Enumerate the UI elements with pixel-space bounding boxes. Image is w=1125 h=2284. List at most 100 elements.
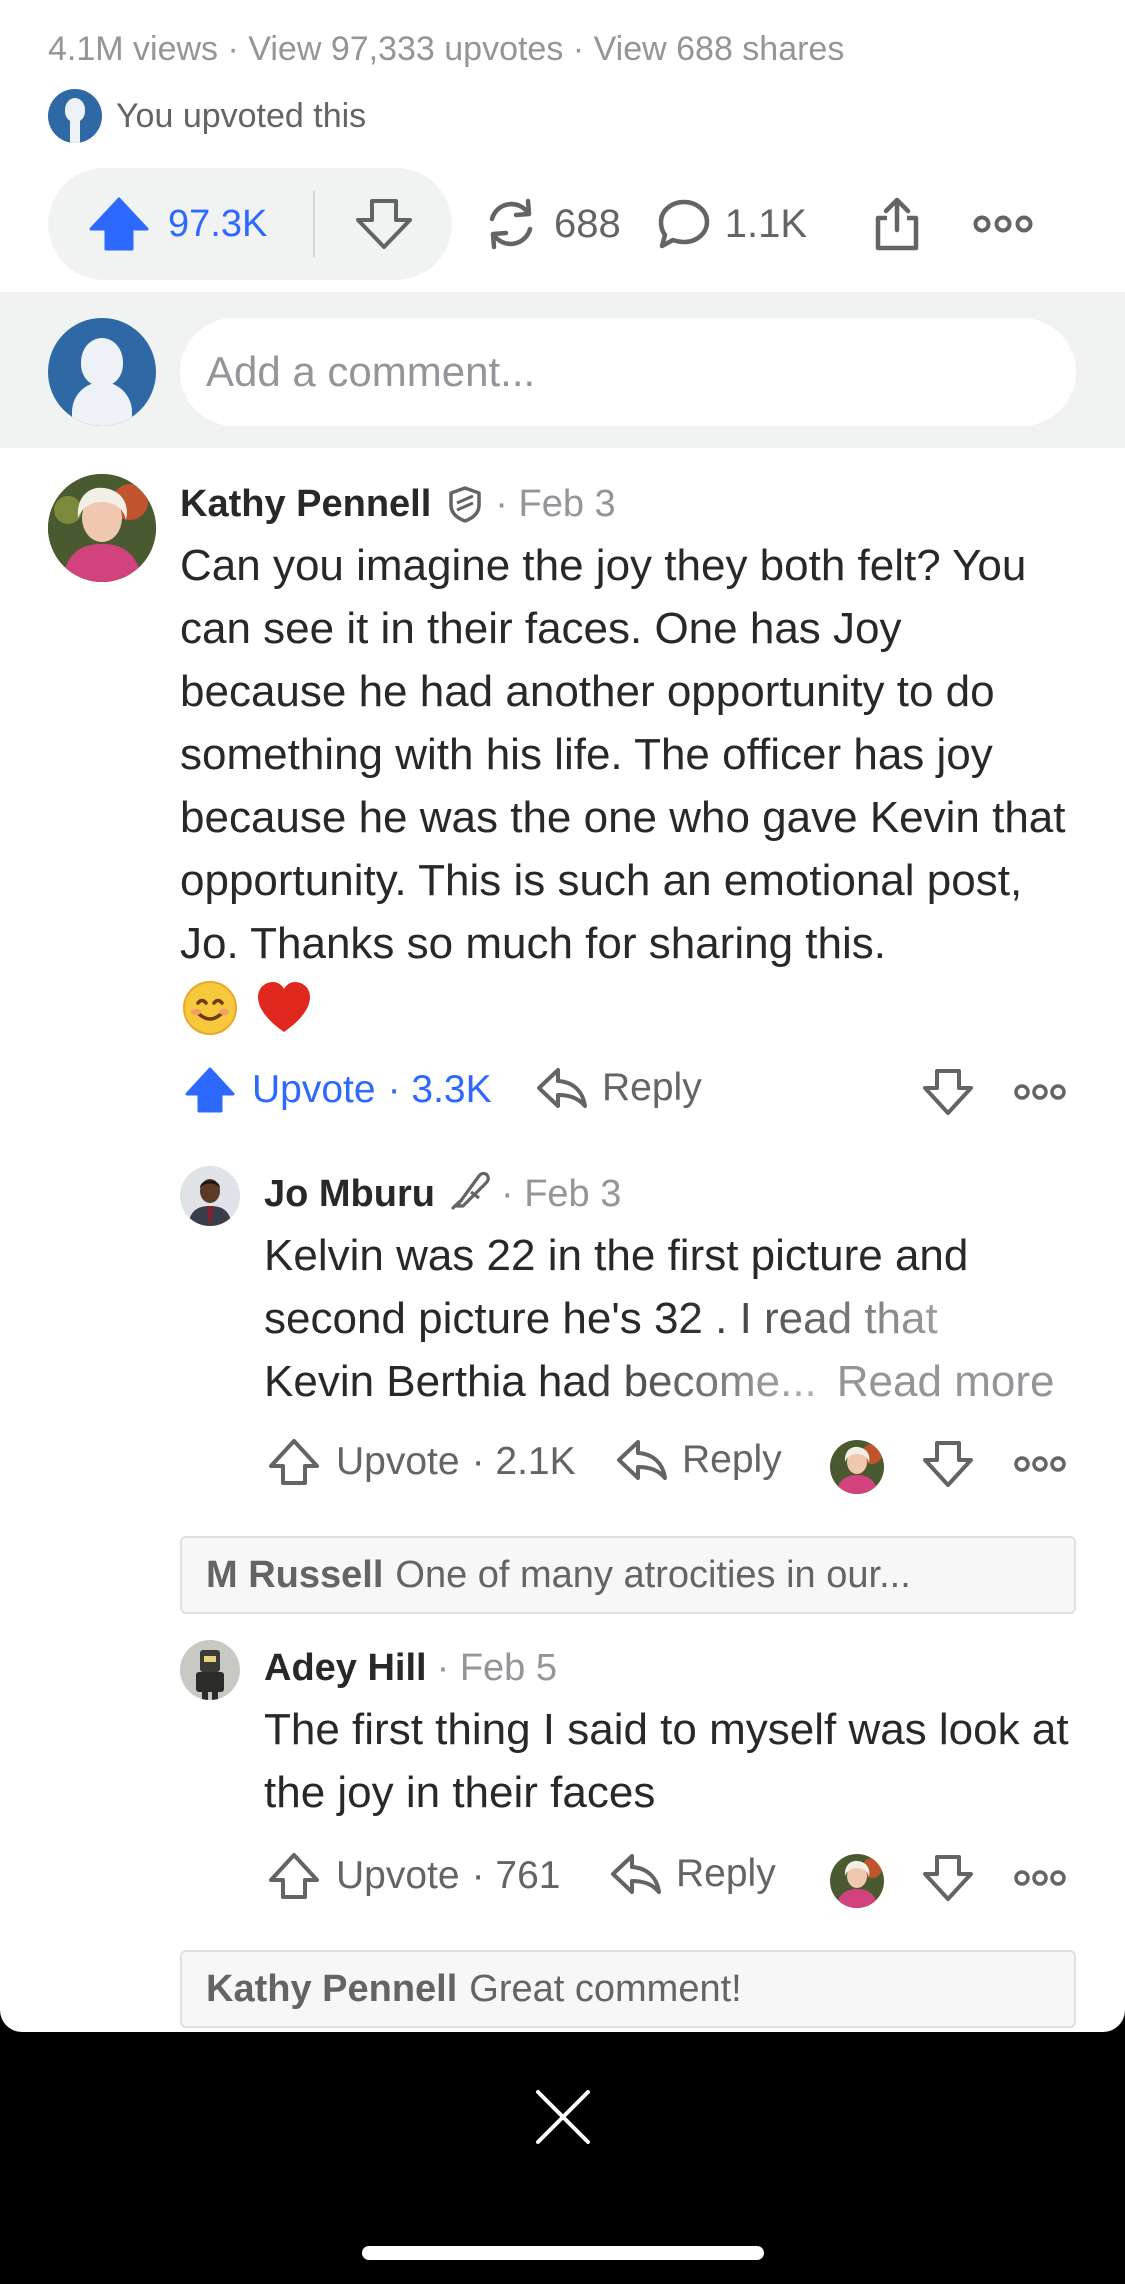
more-icon [1014, 1870, 1066, 1886]
upvoted-text: You upvoted this [116, 96, 367, 135]
upvote-label: Upvote [336, 1440, 460, 1483]
downvote-icon [355, 199, 412, 249]
view-upvotes-link[interactable]: View 97,333 upvotes [248, 30, 563, 68]
collapsed-reply[interactable]: M Russell One of many atrocities in our.… [180, 1536, 1076, 1614]
reshare-button[interactable]: 688 [482, 197, 621, 251]
reply-label: Reply [676, 1852, 776, 1895]
upvoter-avatar [830, 1440, 884, 1494]
downvote-button[interactable] [922, 1068, 974, 1121]
comment-body: Can you imagine the joy they both felt? … [180, 541, 1066, 968]
adey-hill-avatar[interactable] [180, 1640, 240, 1700]
reply-author: Kathy Pennell [206, 1967, 458, 2010]
comment-header: Kathy Pennell · Feb 3 [180, 478, 616, 530]
reply-author: M Russell [206, 1553, 384, 1596]
credential-shield-icon [449, 486, 482, 523]
downvote-icon [923, 1441, 973, 1487]
reply-button[interactable]: Reply [536, 1066, 702, 1110]
more-options-button[interactable] [1014, 1083, 1066, 1106]
reply-button[interactable]: Reply [616, 1438, 782, 1482]
home-indicator[interactable] [362, 2246, 764, 2260]
more-icon [1014, 1456, 1066, 1472]
comment-icon [658, 199, 709, 249]
kathy-photo [48, 474, 156, 582]
upvote-count: · 3.3K [387, 1068, 492, 1111]
vote-pill: 97.3K [48, 168, 452, 280]
comment-button[interactable]: 1.1K [657, 198, 807, 250]
jo-photo [180, 1166, 240, 1226]
comment-date: · Feb 3 [500, 1172, 622, 1215]
stats-line: 4.1M views · View 97,333 upvotes · View … [48, 30, 844, 69]
author-name[interactable]: Jo Mburu [264, 1173, 435, 1216]
reply-icon [611, 1854, 661, 1894]
share-button[interactable] [873, 196, 921, 252]
more-options-button[interactable] [1014, 1455, 1066, 1478]
stats-separator: · [572, 30, 585, 68]
smile-emoji-icon [183, 981, 237, 1035]
author-name[interactable]: Kathy Pennell [180, 483, 431, 526]
share-icon [875, 197, 919, 251]
my-avatar [48, 318, 156, 426]
comment-count: 1.1K [724, 201, 808, 246]
author-name[interactable]: Adey Hill [264, 1647, 427, 1690]
close-button[interactable] [528, 2082, 598, 2152]
reply-preview: Great comment! [469, 1967, 742, 2010]
comment-header: Jo Mburu · Feb 3 [264, 1168, 621, 1220]
comment-date: · Feb 3 [495, 482, 616, 525]
upvote-icon [269, 1853, 319, 1899]
reshare-count: 688 [554, 201, 621, 246]
answer-sheet: 4.1M views · View 97,333 upvotes · View … [0, 0, 1125, 2032]
upvote-button[interactable]: Upvote · 3.3K [184, 1066, 492, 1114]
view-shares-link[interactable]: View 688 shares [594, 30, 845, 68]
writer-quill-icon [451, 1171, 490, 1210]
comment-line: second picture he's 32 . I read that [264, 1294, 938, 1343]
comment-body: The first thing I said to myself was loo… [264, 1705, 1069, 1817]
reply-label: Reply [602, 1066, 702, 1109]
downvote-button[interactable] [315, 198, 452, 250]
reshare-icon [489, 198, 533, 250]
comment-date: · Feb 5 [436, 1646, 557, 1689]
action-bar: 97.3K 688 1.1K [48, 168, 1088, 280]
upvote-button[interactable]: Upvote · 2.1K [268, 1438, 576, 1486]
more-options-button[interactable] [1014, 1869, 1066, 1892]
upvote-label: Upvote [336, 1854, 460, 1897]
reply-preview: One of many atrocities in our... [395, 1553, 911, 1596]
kathy-pennell-avatar[interactable] [48, 474, 156, 582]
views-count: 4.1M views [48, 30, 219, 68]
comment-actions: Upvote · 2.1K Reply [264, 1432, 1084, 1498]
reply-label: Reply [682, 1438, 782, 1481]
comment-header: Adey Hill · Feb 5 [264, 1642, 557, 1694]
comment-line: Kelvin was 22 in the first picture and [264, 1231, 969, 1280]
downvote-button[interactable] [922, 1440, 974, 1493]
upvoted-indicator: You upvoted this [48, 88, 366, 144]
downvote-icon [923, 1855, 973, 1901]
upvote-filled-icon [185, 1067, 235, 1113]
comment-actions: Upvote · 761 Reply [264, 1846, 1084, 1912]
adey-photo [180, 1640, 240, 1700]
upvoter-avatar [830, 1854, 884, 1908]
reply-icon [537, 1068, 587, 1108]
add-comment-input[interactable] [180, 318, 1076, 426]
more-icon [973, 215, 1033, 233]
collapsed-reply[interactable]: Kathy Pennell Great comment! [180, 1950, 1076, 2028]
more-options-button[interactable] [973, 214, 1033, 234]
upvote-filled-icon [89, 197, 149, 251]
upvote-count: · 2.1K [471, 1440, 576, 1483]
reply-icon [617, 1440, 667, 1480]
comment-line: Kevin Berthia had become... [264, 1357, 817, 1406]
reply-button[interactable]: Reply [610, 1852, 776, 1896]
upvote-button[interactable]: 97.3K [48, 196, 313, 252]
jo-mburu-avatar[interactable] [180, 1166, 240, 1226]
comment-body: Kelvin was 22 in the first picture and s… [264, 1224, 1084, 1413]
more-icon [1014, 1084, 1066, 1100]
close-icon [536, 2090, 590, 2144]
upvote-count: · 761 [471, 1854, 561, 1897]
stats-separator: · [227, 30, 239, 68]
read-more-link[interactable]: Read more [837, 1350, 1055, 1413]
user-avatar [48, 89, 102, 143]
heart-emoji-icon [257, 982, 310, 1032]
upvote-label: Upvote [252, 1068, 376, 1111]
upvote-icon [269, 1439, 319, 1485]
upvote-button[interactable]: Upvote · 761 [268, 1852, 560, 1900]
comment-emojis [180, 978, 314, 1051]
downvote-button[interactable] [922, 1854, 974, 1907]
